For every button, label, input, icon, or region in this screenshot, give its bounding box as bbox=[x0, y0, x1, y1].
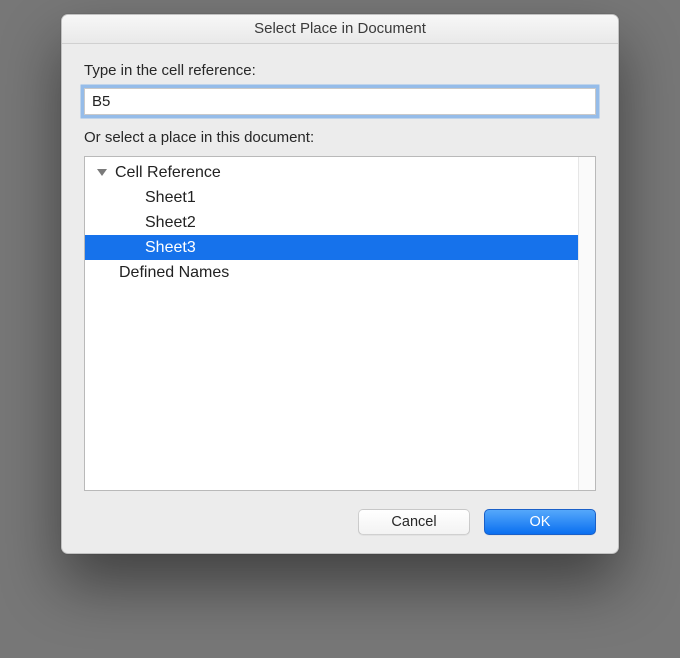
dialog-title: Select Place in Document bbox=[62, 15, 618, 44]
tree-item-cell-reference[interactable]: Cell Reference bbox=[85, 160, 578, 185]
place-tree-container: Cell Reference Sheet1 Sheet2 Sheet3 Defi… bbox=[84, 156, 596, 491]
cell-reference-label: Type in the cell reference: bbox=[84, 62, 596, 79]
tree-item-sheet3[interactable]: Sheet3 bbox=[85, 235, 578, 260]
tree-item-label: Sheet2 bbox=[145, 214, 196, 232]
disclosure-triangle-icon[interactable] bbox=[95, 169, 109, 176]
cancel-button[interactable]: Cancel bbox=[358, 509, 470, 535]
tree-item-sheet1[interactable]: Sheet1 bbox=[85, 185, 578, 210]
tree-item-label: Sheet1 bbox=[145, 189, 196, 207]
place-tree[interactable]: Cell Reference Sheet1 Sheet2 Sheet3 Defi… bbox=[85, 157, 578, 490]
tree-item-defined-names[interactable]: Defined Names bbox=[85, 260, 578, 285]
tree-item-label: Sheet3 bbox=[145, 239, 196, 257]
tree-item-sheet2[interactable]: Sheet2 bbox=[85, 210, 578, 235]
tree-item-label: Defined Names bbox=[119, 264, 229, 282]
dialog-button-row: Cancel OK bbox=[84, 509, 596, 535]
place-select-label: Or select a place in this document: bbox=[84, 129, 596, 146]
dialog-window: Select Place in Document Type in the cel… bbox=[61, 14, 619, 554]
tree-item-label: Cell Reference bbox=[115, 164, 221, 182]
tree-scrollbar[interactable] bbox=[578, 157, 595, 490]
cell-reference-input[interactable] bbox=[84, 88, 596, 115]
dialog-content: Type in the cell reference: Or select a … bbox=[62, 44, 618, 553]
ok-button[interactable]: OK bbox=[484, 509, 596, 535]
